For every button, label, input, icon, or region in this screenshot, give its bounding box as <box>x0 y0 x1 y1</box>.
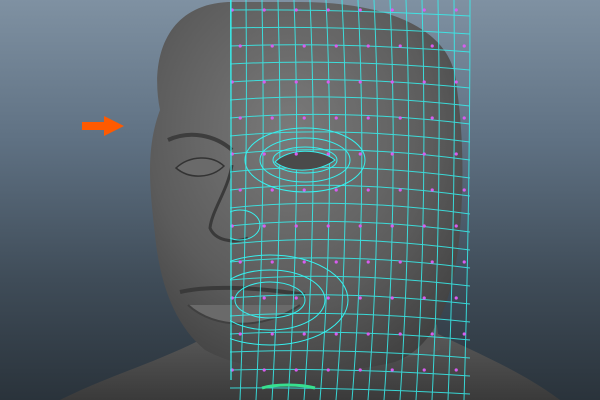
head-model[interactable] <box>0 0 600 400</box>
3d-viewport[interactable] <box>0 0 600 400</box>
arrow-right-icon <box>82 116 124 136</box>
head-surface <box>150 2 463 372</box>
